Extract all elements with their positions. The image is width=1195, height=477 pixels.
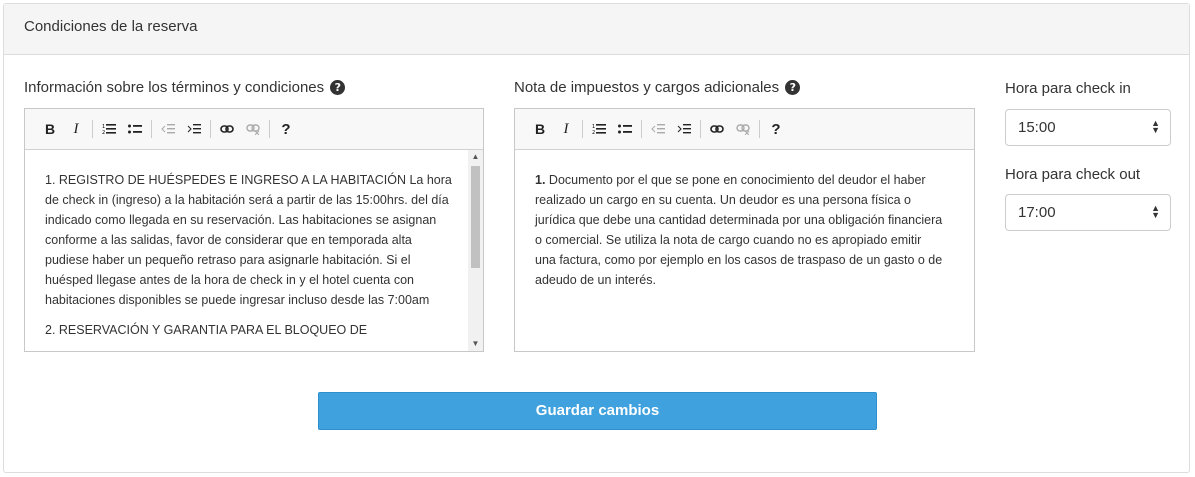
taxes-text: Documento por el que se pone en conocimi… [535,173,943,287]
panel-title: Condiciones de la reserva [4,4,1189,55]
taxes-toolbar: B I 12 ? [515,109,974,150]
unlink-icon [736,124,750,135]
terms-editor: B I 12 ? 1. REGISTRO DE HUÉSPEDES E INGR… [24,108,484,352]
terms-paragraph-2: 2. RESERVACIÓN Y GARANTIA PARA EL BLOQUE… [45,323,368,337]
italic-button[interactable]: I [63,117,89,141]
scroll-thumb[interactable] [471,166,480,268]
bullet-list-icon [128,124,142,134]
terms-content[interactable]: 1. REGISTRO DE HUÉSPEDES E INGRESO A LA … [25,150,483,351]
italic-button[interactable]: I [553,117,579,141]
toolbar-separator [641,120,642,138]
link-icon [220,125,234,133]
outdent-button[interactable] [155,117,181,141]
indent-button[interactable] [181,117,207,141]
toolbar-separator [700,120,701,138]
toolbar-separator [759,120,760,138]
toolbar-separator [92,120,93,138]
bullet-list-icon [618,124,632,134]
ordered-list-icon: 12 [102,124,116,135]
unlink-icon [246,124,260,135]
scroll-up-icon[interactable]: ▲ [468,150,483,164]
terms-paragraph-1: 1. REGISTRO DE HUÉSPEDES E INGRESO A LA … [45,173,452,307]
outdent-icon [651,124,665,134]
outdent-button[interactable] [645,117,671,141]
unlink-button[interactable] [730,117,756,141]
checkin-label: Hora para check in [1005,80,1131,97]
taxes-label: Nota de impuestos y cargos adicionales ? [514,79,801,96]
indent-icon [187,124,201,134]
link-button[interactable] [214,117,240,141]
toolbar-separator [151,120,152,138]
bold-button[interactable]: B [37,117,63,141]
checkout-select[interactable]: 17:00 ▲ ▼ [1005,194,1171,231]
help-icon[interactable]: ? [330,80,346,95]
svg-text:2: 2 [592,130,595,135]
indent-icon [677,124,691,134]
ordered-list-button[interactable]: 12 [96,117,122,141]
select-caret-icon: ▲ ▼ [1151,203,1160,220]
taxes-editor: B I 12 ? 1. Documento por el que se pone… [514,108,975,352]
scroll-down-icon[interactable]: ▼ [468,337,483,351]
taxes-label-text: Nota de impuestos y cargos adicionales [514,79,780,96]
checkout-value: 17:00 [1018,204,1056,221]
help-toolbar-button[interactable]: ? [763,117,789,141]
help-toolbar-button[interactable]: ? [273,117,299,141]
ordered-list-button[interactable]: 12 [586,117,612,141]
help-icon[interactable]: ? [785,80,801,95]
outdent-icon [161,124,175,134]
terms-toolbar: B I 12 ? [25,109,483,150]
taxes-content[interactable]: 1. Documento por el que se pone en conoc… [515,150,974,351]
checkout-label: Hora para check out [1005,166,1141,183]
ordered-list-icon: 12 [592,124,606,135]
checkin-value: 15:00 [1018,119,1056,136]
toolbar-separator [210,120,211,138]
link-icon [710,125,724,133]
terms-label-text: Información sobre los términos y condici… [24,79,325,96]
toolbar-separator [269,120,270,138]
toolbar-separator [582,120,583,138]
select-caret-icon: ▲ ▼ [1151,118,1160,135]
svg-text:2: 2 [102,130,105,135]
bullet-list-button[interactable] [612,117,638,141]
checkin-select[interactable]: 15:00 ▲ ▼ [1005,109,1171,146]
bullet-list-button[interactable] [122,117,148,141]
unlink-button[interactable] [240,117,266,141]
taxes-number: 1. [535,173,546,187]
terms-scrollbar[interactable]: ▲ ▼ [468,150,483,351]
link-button[interactable] [704,117,730,141]
bold-button[interactable]: B [527,117,553,141]
taxes-paragraph: 1. Documento por el que se pone en conoc… [535,170,944,290]
terms-label: Información sobre los términos y condici… [24,79,346,96]
indent-button[interactable] [671,117,697,141]
save-changes-button[interactable]: Guardar cambios [318,392,877,430]
